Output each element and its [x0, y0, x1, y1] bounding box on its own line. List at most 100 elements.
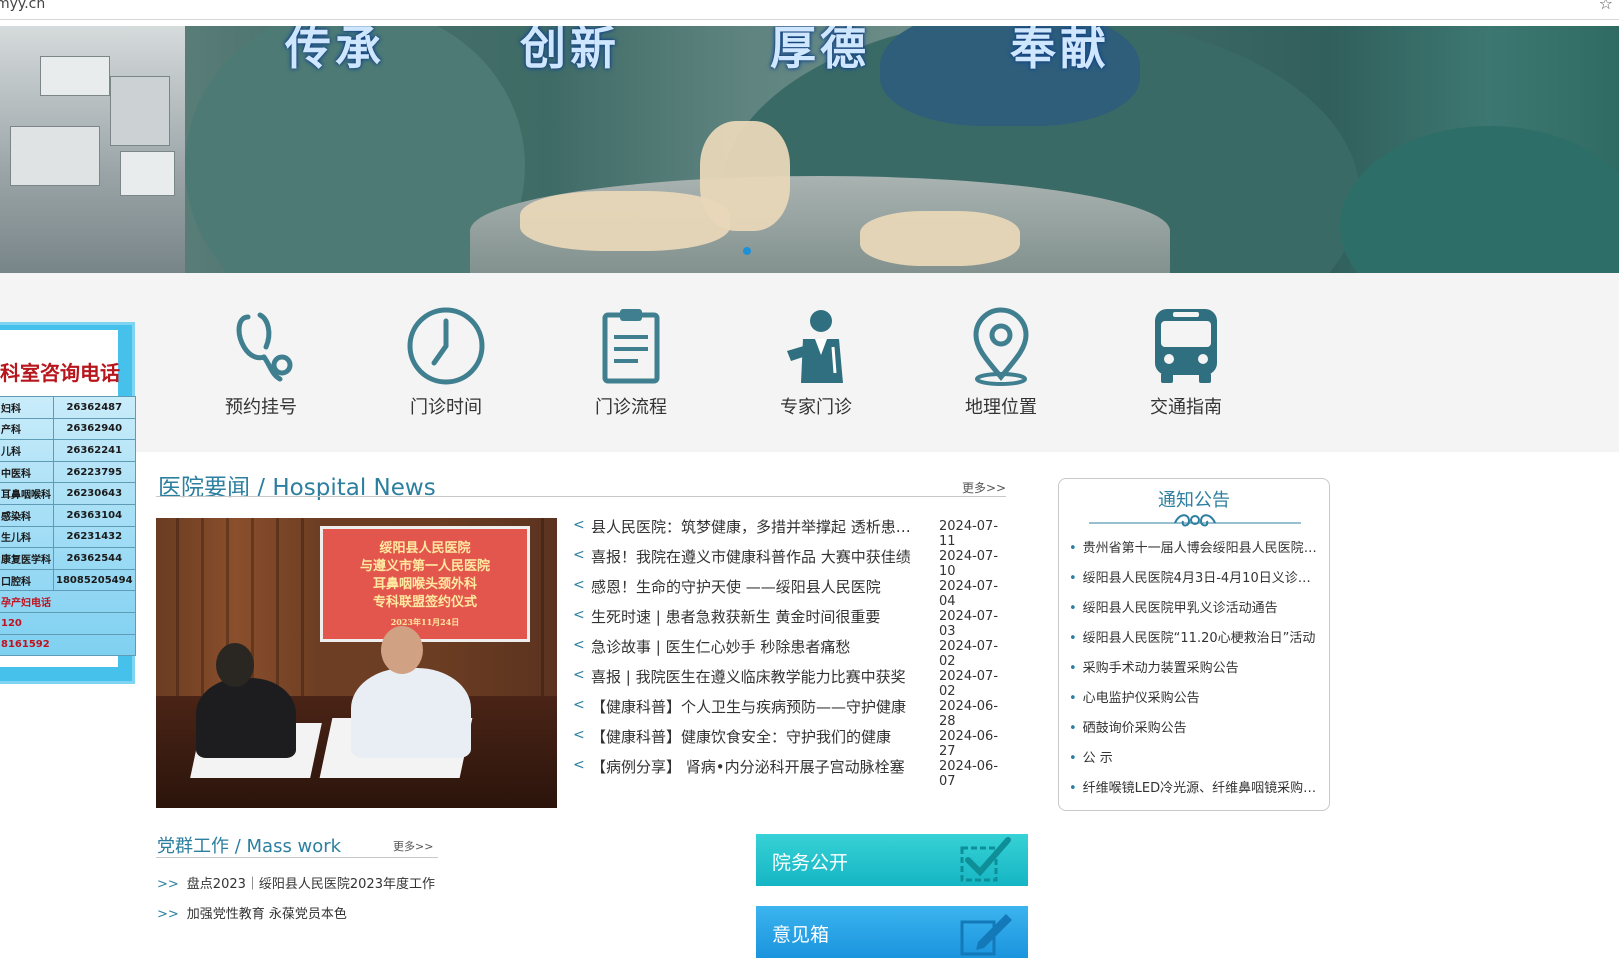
news-title[interactable]: 【健康科普】个人卫生与疾病预防——守护健康 — [591, 696, 916, 717]
list-item[interactable]: • 绥阳县人民医院“11.20心梗救治日”活动 — [1069, 627, 1317, 657]
list-item[interactable]: • 公 示 — [1069, 747, 1317, 777]
news-date: 2024-06-07 — [939, 759, 999, 789]
dept-name: 生儿科 — [0, 525, 54, 549]
list-item[interactable]: < 【健康科普】健康饮食安全：守护我们的健康 2024-06-27 — [573, 723, 1011, 759]
list-item[interactable]: < 【健康科普】个人卫生与疾病预防——守护健康 2024-06-28 — [573, 693, 1011, 729]
list-item[interactable]: • 纤维喉镜LED冷光源、纤维鼻咽镜采购公告 — [1069, 777, 1317, 807]
map-pin-icon — [973, 307, 1029, 386]
table-row: 120 — [0, 611, 136, 635]
list-item[interactable]: • 硒鼓询价采购公告 — [1069, 717, 1317, 747]
news-title[interactable]: 【病例分享】 肾病•内分泌科开展子宫动脉栓塞 — [591, 756, 916, 777]
table-row: 感染科 26363104 — [0, 503, 136, 527]
party-more-link[interactable]: 更多>> — [393, 838, 433, 854]
notice-item-text[interactable]: 公 示 — [1083, 751, 1113, 766]
list-item[interactable]: >> 加强党性教育 永葆党员本色 — [157, 903, 347, 922]
star-icon[interactable]: ☆ — [1599, 0, 1613, 13]
news-title[interactable]: 县人民医院：筑梦健康，多措并举撑起 透析患者“生命线” — [591, 516, 916, 537]
dept-name: 感染科 — [0, 503, 54, 527]
dept-name: 口腔科 — [0, 568, 54, 592]
notice-item-text[interactable]: 绥阳县人民医院甲乳义诊活动通告 — [1083, 601, 1278, 616]
double-chevron-icon: >> — [157, 907, 179, 922]
news-title[interactable]: 【健康科普】健康饮食安全：守护我们的健康 — [591, 726, 916, 747]
list-item[interactable]: < 喜报！我院在遵义市健康科普作品 大赛中获佳绩 2024-07-10 — [573, 543, 1011, 579]
quick-link-expert-clinic[interactable]: 专家门诊 — [741, 303, 891, 419]
url-text: myy.cn — [0, 0, 46, 12]
news-title[interactable]: 急诊故事 | 医生仁心妙手 秒除患者痛愁 — [591, 636, 916, 657]
list-item[interactable]: < 喜报 | 我院医生在遵义临床教学能力比赛中获奖 2024-07-02 — [573, 663, 1011, 699]
bullet-icon: • — [1069, 601, 1077, 616]
clock-icon — [407, 307, 485, 385]
ornament-divider-icon — [1089, 514, 1301, 527]
list-item[interactable]: < 感恩！生命的守护天使 ——绥阳县人民医院 2024-07-04 — [573, 573, 1011, 609]
table-row: 生儿科 26231432 — [0, 525, 136, 549]
dept-phone: 26363104 — [53, 503, 136, 527]
list-item[interactable]: < 生死时速 | 患者急救获新生 黄金时间很重要 2024-07-03 — [573, 603, 1011, 639]
double-chevron-icon: >> — [157, 877, 179, 892]
list-item[interactable]: • 绥阳县人民医院甲乳义诊活动通告 — [1069, 597, 1317, 627]
chevron-left-icon: < — [573, 697, 585, 713]
list-item[interactable]: • 贵州省第十一届人博会绥阳县人民医院招聘公告 — [1069, 537, 1317, 567]
chevron-left-icon: < — [573, 547, 585, 563]
notice-item-text[interactable]: 硒鼓询价采购公告 — [1083, 721, 1187, 736]
quick-link-clinic-process[interactable]: 门诊流程 — [556, 303, 706, 419]
notice-item-text[interactable]: 绥阳县人民医院4月3日-4月10日义诊活动 — [1083, 571, 1317, 586]
quick-link-clinic-hours[interactable]: 门诊时间 — [371, 303, 521, 419]
notice-item-text[interactable]: 纤维喉镜LED冷光源、纤维鼻咽镜采购公告 — [1083, 781, 1317, 796]
table-row: 口腔科 18085205494 — [0, 568, 136, 592]
dept-name: 妇科 — [0, 396, 54, 419]
bullet-icon: • — [1069, 571, 1077, 586]
list-item[interactable]: < 急诊故事 | 医生仁心妙手 秒除患者痛愁 2024-07-02 — [573, 633, 1011, 669]
dept-name: 产科 — [0, 417, 54, 441]
address-bar[interactable]: myy.cn ☆ — [0, 0, 1619, 20]
stethoscope-icon — [236, 312, 293, 382]
news-title[interactable]: 生死时速 | 患者急救获新生 黄金时间很重要 — [591, 606, 916, 627]
bullet-icon: • — [1069, 781, 1077, 796]
photo-banner-line: 专科联盟签约仪式 — [372, 595, 477, 610]
maternal-phone-label: 孕产妇电话 — [0, 590, 136, 613]
notice-item-text[interactable]: 采购手术动力装置采购公告 — [1083, 661, 1239, 676]
notice-panel: 通知公告 •贵州省第十一届人博会绥阳县人民医院招聘公告 •绥阳县人民医院4月3日… — [1058, 478, 1330, 811]
news-more-link[interactable]: 更多>> — [962, 479, 1006, 496]
news-title[interactable]: 感恩！生命的守护天使 ——绥阳县人民医院 — [591, 576, 916, 597]
notice-item-text[interactable]: 贵州省第十一届人博会绥阳县人民医院招聘公告 — [1083, 541, 1317, 556]
table-row: 妇科 26362487 — [0, 396, 136, 419]
list-item[interactable]: < 【病例分享】 肾病•内分泌科开展子宫动脉栓塞 2024-06-07 — [573, 753, 1011, 789]
quick-link-location[interactable]: 地理位置 — [926, 303, 1076, 419]
news-title[interactable]: 喜报！我院在遵义市健康科普作品 大赛中获佳绩 — [591, 546, 916, 567]
slide-indicator-dot[interactable] — [743, 247, 751, 255]
affairs-disclosure-button[interactable]: 院务公开 — [756, 834, 1028, 886]
photo-banner-line: 与遵义市第一人民医院 — [359, 559, 490, 574]
button-label: 院务公开 — [772, 852, 849, 874]
dept-name: 儿科 — [0, 439, 54, 462]
divider — [156, 496, 1006, 497]
quick-link-label: 门诊时间 — [410, 397, 482, 418]
table-row: 耳鼻咽喉科 26230643 — [0, 482, 136, 505]
dept-phone: 26362940 — [53, 417, 136, 441]
list-item[interactable]: • 绥阳县人民医院4月3日-4月10日义诊活动 — [1069, 567, 1317, 597]
suggestion-box-button[interactable]: 意见箱 — [756, 906, 1028, 958]
quick-link-transport[interactable]: 交通指南 — [1111, 303, 1261, 419]
notice-list: • 贵州省第十一届人博会绥阳县人民医院招聘公告 • 绥阳县人民医院4月3日-4月10… — [1069, 537, 1317, 807]
emergency-number: 120 — [0, 611, 136, 635]
list-item[interactable]: • 心电监护仪采购公告 — [1069, 687, 1317, 717]
party-item-text[interactable]: 盘点2023｜绥阳县人民医院2023年度工作 — [187, 877, 435, 892]
notice-item-text[interactable]: 心电监护仪采购公告 — [1083, 691, 1200, 706]
banner-motto-3: 厚德 — [770, 26, 870, 75]
list-item[interactable]: • 采购手术动力装置采购公告 — [1069, 657, 1317, 687]
chevron-left-icon: < — [573, 727, 585, 743]
quick-link-label: 地理位置 — [965, 397, 1037, 418]
quick-link-label: 专家门诊 — [780, 397, 852, 418]
list-item[interactable]: >> 盘点2023｜绥阳县人民医院2023年度工作 — [157, 873, 435, 892]
news-list: <县人民医院：筑梦健康，多措并举撑起 透析患者“生命线”2024-07-11 <… — [573, 513, 1011, 789]
notice-item-text[interactable]: 绥阳县人民医院“11.20心梗救治日”活动 — [1083, 631, 1316, 646]
news-featured-photo[interactable]: 绥阳县人民医院 与遵义市第一人民医院 耳鼻咽喉头颈外科 专科联盟签约仪式 202… — [156, 518, 557, 808]
party-item-text[interactable]: 加强党性教育 永葆党员本色 — [187, 907, 347, 922]
party-section-title: 党群工作 / Mass work — [157, 836, 342, 857]
list-item[interactable]: <县人民医院：筑梦健康，多措并举撑起 透析患者“生命线”2024-07-11 — [573, 513, 1011, 549]
dept-name: 中医科 — [0, 460, 54, 484]
department-phone-panel: 科室咨询电话 妇科 26362487 产科 26362940 儿科 26362241 … — [0, 322, 136, 684]
dept-name: 康复医学科 — [0, 547, 54, 570]
news-title[interactable]: 喜报 | 我院医生在遵义临床教学能力比赛中获奖 — [591, 666, 916, 687]
quick-link-appointment[interactable]: 预约挂号 — [186, 303, 336, 419]
dept-phone: 26230643 — [53, 482, 136, 505]
